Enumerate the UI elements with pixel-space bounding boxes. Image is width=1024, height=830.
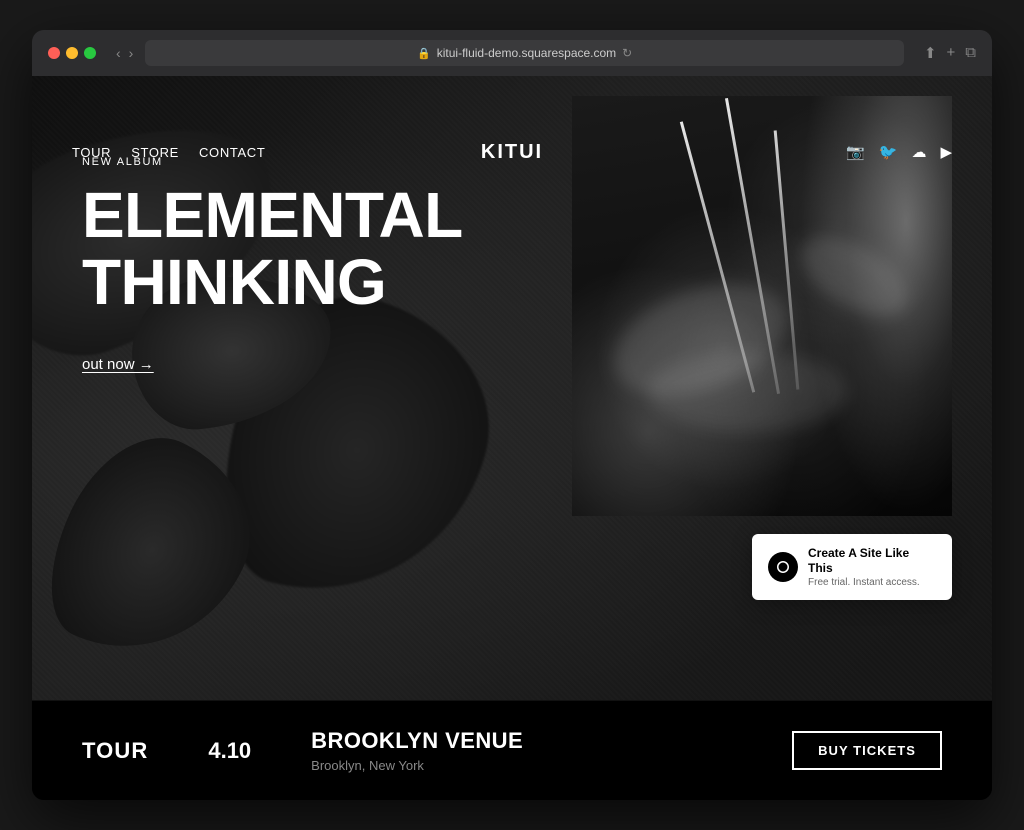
nav-tour[interactable]: TOUR bbox=[72, 145, 111, 160]
tour-venue: BROOKLYN VENUE bbox=[311, 728, 523, 754]
instagram-icon[interactable]: 📷 bbox=[846, 143, 865, 161]
squarespace-banner[interactable]: Create A Site Like This Free trial. Inst… bbox=[752, 534, 952, 600]
close-button[interactable] bbox=[48, 47, 60, 59]
tour-date: 4.10 bbox=[208, 738, 251, 764]
forward-button[interactable]: › bbox=[129, 45, 134, 61]
squarespace-logo bbox=[768, 552, 798, 582]
squarespace-text: Create A Site Like This Free trial. Inst… bbox=[808, 546, 936, 588]
tour-venue-block: BROOKLYN VENUE Brooklyn, New York bbox=[311, 728, 523, 773]
browser-actions: ⬆ + ⧉ bbox=[924, 44, 976, 62]
tour-location: Brooklyn, New York bbox=[311, 758, 523, 773]
share-icon[interactable]: ⬆ bbox=[924, 44, 937, 62]
reload-icon: ↻ bbox=[622, 46, 632, 60]
youtube-icon[interactable]: ▶ bbox=[940, 143, 952, 161]
album-title-line1: ELEMENTAL bbox=[82, 182, 463, 249]
out-now-link[interactable]: out now → bbox=[82, 356, 463, 373]
website-content: TOUR STORE CONTACT KITUI 📷 🐦 ☁ ▶ bbox=[32, 76, 992, 800]
browser-window: ‹ › 🔒 kitui-fluid-demo.squarespace.com ↻… bbox=[32, 30, 992, 800]
back-button[interactable]: ‹ bbox=[116, 45, 121, 61]
twitter-icon[interactable]: 🐦 bbox=[879, 143, 898, 161]
browser-chrome: ‹ › 🔒 kitui-fluid-demo.squarespace.com ↻… bbox=[32, 30, 992, 76]
buy-tickets-button[interactable]: BUY TICKETS bbox=[792, 731, 942, 770]
lock-icon: 🔒 bbox=[417, 47, 431, 60]
site-title[interactable]: KITUI bbox=[481, 141, 543, 164]
squarespace-headline: Create A Site Like This bbox=[808, 546, 936, 577]
nav-store[interactable]: STORE bbox=[131, 145, 179, 160]
new-tab-icon[interactable]: + bbox=[947, 44, 956, 62]
minimize-button[interactable] bbox=[66, 47, 78, 59]
maximize-button[interactable] bbox=[84, 47, 96, 59]
hero-content: NEW ALBUM ELEMENTAL THINKING out now → bbox=[82, 156, 463, 373]
url-text: kitui-fluid-demo.squarespace.com bbox=[437, 46, 616, 60]
website-inner: TOUR STORE CONTACT KITUI 📷 🐦 ☁ ▶ bbox=[32, 76, 992, 800]
browser-nav: ‹ › bbox=[116, 45, 133, 61]
tour-label: TOUR bbox=[82, 738, 148, 764]
nav-left: TOUR STORE CONTACT bbox=[72, 145, 265, 160]
traffic-lights bbox=[48, 47, 96, 59]
tour-section: TOUR 4.10 BROOKLYN VENUE Brooklyn, New Y… bbox=[32, 700, 992, 800]
soundcloud-icon[interactable]: ☁ bbox=[911, 143, 926, 161]
windows-icon[interactable]: ⧉ bbox=[965, 44, 976, 62]
nav-social: 📷 🐦 ☁ ▶ bbox=[846, 143, 952, 161]
squarespace-subtext: Free trial. Instant access. bbox=[808, 577, 936, 588]
site-nav: TOUR STORE CONTACT KITUI 📷 🐦 ☁ ▶ bbox=[32, 122, 992, 182]
album-title-line2: THINKING bbox=[82, 249, 463, 316]
address-bar[interactable]: 🔒 kitui-fluid-demo.squarespace.com ↻ bbox=[145, 40, 904, 66]
nav-contact[interactable]: CONTACT bbox=[199, 145, 265, 160]
album-title: ELEMENTAL THINKING bbox=[82, 182, 463, 316]
